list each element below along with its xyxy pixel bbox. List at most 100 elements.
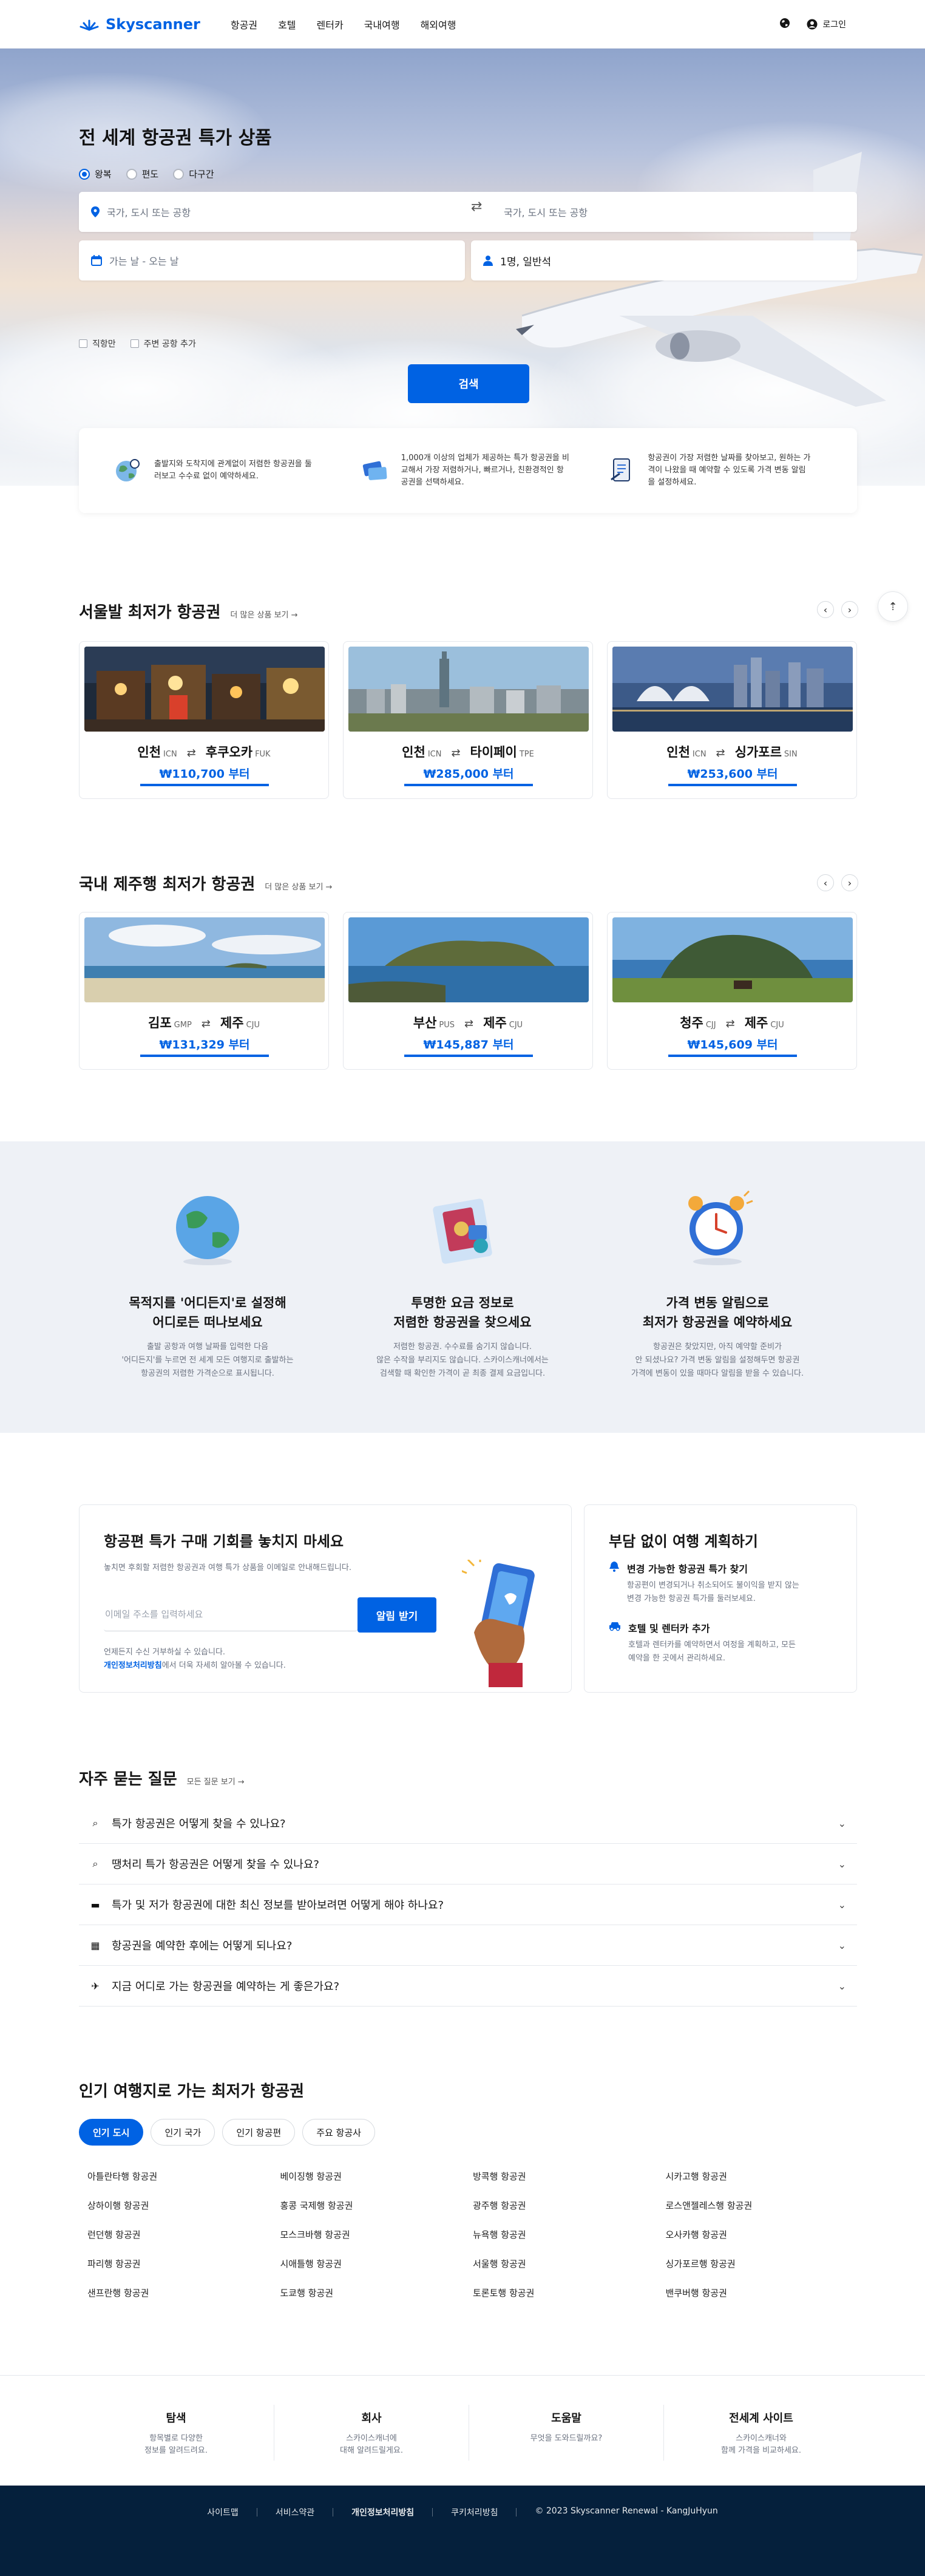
chevron-right-icon[interactable]: › (841, 874, 858, 891)
nav-hotels[interactable]: 호텔 (278, 17, 296, 32)
destination-link[interactable]: 광주행 항공권 (473, 2190, 666, 2220)
tab-popular-cities[interactable]: 인기 도시 (79, 2119, 144, 2146)
nav-overseas-travel[interactable]: 해외여행 (421, 17, 456, 32)
trip-type-round[interactable]: 왕복 (79, 168, 112, 180)
email-input[interactable]: 이메일 주소를 입력하세요 (104, 1597, 357, 1631)
trip-type-label: 편도 (141, 169, 159, 180)
newsletter-note: 언제든지 수신 거부하실 수 있습니다. 개인정보처리방침에서 더욱 자세히 알… (104, 1646, 286, 1673)
footer-column[interactable]: 회사 스카이스캐너에 대해 알려드릴게요. (274, 2410, 469, 2457)
hero-search-section: 전 세계 항공권 특가 상품 왕복 편도 다구간 국가, 도시 또는 공항 ⇄ … (0, 49, 925, 486)
deal-card[interactable]: 인천 ICN ⇄ 타이페이 TPE ₩285,000 부터 (343, 641, 593, 799)
swap-route-icon[interactable]: ⇄ (471, 199, 482, 214)
destination-link[interactable]: 샌프란행 항공권 (87, 2278, 280, 2307)
footer-link-terms[interactable]: 서비스약관 (276, 2506, 314, 2518)
all-questions-link[interactable]: 모든 질문 보기 → (187, 1775, 245, 1787)
route-label: 청주 CJJ ⇄ 제주 CJU (608, 1013, 856, 1031)
faq-question: 지금 어디로 가는 항공권을 예약하는 게 좋은가요? (112, 1980, 340, 1993)
plan-item[interactable]: 변경 가능한 항공권 특가 찾기 항공편이 변경되거나 취소되어도 불이익을 받… (609, 1561, 799, 1606)
more-deals-link[interactable]: 더 많은 상품 보기 → (265, 880, 332, 892)
destination-link[interactable]: 상하이행 항공권 (87, 2190, 280, 2220)
trip-type-oneway[interactable]: 편도 (126, 168, 159, 180)
more-deals-link[interactable]: 더 많은 상품 보기 → (230, 608, 297, 620)
destination-link[interactable]: 방콕행 항공권 (473, 2161, 666, 2190)
tab-major-airlines[interactable]: 주요 항공사 (302, 2119, 375, 2146)
footer-link-cookies[interactable]: 쿠키처리방침 (451, 2506, 498, 2518)
alarm-clock-icon (688, 1190, 753, 1265)
destination-link[interactable]: 모스크바행 항공권 (280, 2220, 473, 2249)
checkbox-label: 주변 공항 추가 (143, 339, 196, 349)
chevron-right-icon[interactable]: › (841, 601, 858, 618)
travelers-input[interactable]: 1명, 일반석 (471, 240, 857, 280)
deal-card[interactable]: 부산 PUS ⇄ 제주 CJU ₩145,887 부터 (343, 912, 593, 1070)
scroll-to-top-button[interactable]: ⇡ (878, 591, 908, 622)
destination-link[interactable]: 아틀란타행 항공권 (87, 2161, 280, 2190)
deal-card[interactable]: 인천 ICN ⇄ 싱가포르 SIN ₩253,600 부터 (607, 641, 857, 799)
route-label: 인천 ICN ⇄ 싱가포르 SIN (608, 743, 856, 761)
privacy-policy-link[interactable]: 개인정보처리방침 (104, 1661, 162, 1670)
faq-title: 자주 묻는 질문 (79, 1770, 177, 1789)
destination-input[interactable]: 국가, 도시 또는 공항 (492, 192, 856, 232)
footer-link-privacy[interactable]: 개인정보처리방침 (351, 2506, 414, 2518)
destination-link[interactable]: 싱가포르행 항공권 (666, 2249, 859, 2278)
origin-code: ICN (427, 750, 442, 759)
search-button[interactable]: 검색 (408, 364, 529, 403)
footer-link-sitemap[interactable]: 사이트맵 (207, 2506, 239, 2518)
faq-item[interactable]: ▬ 특가 및 저가 항공권에 대한 최신 정보를 받아보려면 어떻게 해야 하나요… (79, 1884, 857, 1925)
footer-column[interactable]: 탐색 항목별로 다양한 정보를 알려드려요. (79, 2410, 273, 2457)
destination-link[interactable]: 시카고행 항공권 (666, 2161, 859, 2190)
nearby-airports-checkbox[interactable]: 주변 공항 추가 (130, 338, 196, 350)
bell-icon (609, 1562, 619, 1572)
footer-column-desc: 항목별로 다양한 정보를 알려드려요. (79, 2433, 273, 2457)
destination-link[interactable]: 시애틀행 항공권 (280, 2249, 473, 2278)
destination-link[interactable]: 토론토행 항공권 (473, 2278, 666, 2307)
destination-link[interactable]: 서울행 항공권 (473, 2249, 666, 2278)
nav-car-rental[interactable]: 렌터카 (317, 17, 344, 32)
carousel-controls: ‹ › (817, 601, 858, 618)
tickets-icon (362, 461, 387, 480)
destination-code: CJU (770, 1021, 784, 1030)
destination-link[interactable]: 도쿄행 항공권 (280, 2278, 473, 2307)
info-desc-line: 안 되셨나요? 가격 변동 알림을 설정해두면 항공권 (635, 1356, 800, 1365)
nav-flights[interactable]: 항공권 (231, 17, 257, 32)
destination-link[interactable]: 뉴욕행 항공권 (473, 2220, 666, 2249)
destination-link[interactable]: 오사카행 항공권 (666, 2220, 859, 2249)
destination-link[interactable]: 홍콩 국제행 항공권 (280, 2190, 473, 2220)
info-desc-line: 가격에 변동이 있을 때마다 알림을 받을 수 있습니다. (631, 1369, 804, 1378)
chevron-left-icon[interactable]: ‹ (817, 601, 834, 618)
deal-card[interactable]: 인천 ICN ⇄ 후쿠오카 FUK ₩110,700 부터 (79, 641, 329, 799)
destination-link[interactable]: 파리행 항공권 (87, 2249, 280, 2278)
deal-card[interactable]: 김포 GMP ⇄ 제주 CJU ₩131,329 부터 (79, 912, 329, 1070)
note-line: 에서 더욱 자세히 알아볼 수 있습니다. (161, 1661, 286, 1670)
chevron-left-icon[interactable]: ‹ (817, 874, 834, 891)
popular-header: 인기 여행지로 가는 최저가 항공권 (79, 2079, 304, 2101)
faq-item[interactable]: ⌕ 땡처리 특가 항공권은 어떻게 찾을 수 있나요? ⌄ (79, 1844, 857, 1884)
destination-link[interactable]: 런던행 항공권 (87, 2220, 280, 2249)
deal-card[interactable]: 청주 CJJ ⇄ 제주 CJU ₩145,609 부터 (607, 912, 857, 1070)
destination-link[interactable]: 로스앤젤레스행 항공권 (666, 2190, 859, 2220)
dates-input[interactable]: 가는 날 - 오는 날 (79, 240, 465, 280)
trip-type-multicity[interactable]: 다구간 (173, 168, 214, 180)
subscribe-button[interactable]: 알림 받기 (357, 1597, 436, 1633)
plan-item[interactable]: 호텔 및 렌터카 추가 호텔과 렌터카를 예약하면서 여정을 계획하고, 모든 예… (609, 1620, 796, 1665)
direct-only-checkbox[interactable]: 직항만 (79, 338, 116, 350)
faq-item[interactable]: ⌕ 특가 항공권은 어떻게 찾을 수 있나요? ⌄ (79, 1803, 857, 1844)
login-button[interactable]: 로그인 (807, 18, 846, 30)
faq-item[interactable]: ✈ 지금 어디로 가는 항공권을 예약하는 게 좋은가요? ⌄ (79, 1966, 857, 2007)
footer-desc-line: 스카이스캐너에 (346, 2434, 397, 2443)
destination-link[interactable]: 밴쿠버행 항공권 (666, 2278, 859, 2307)
tab-popular-countries[interactable]: 인기 국가 (151, 2119, 215, 2146)
nav-domestic-travel[interactable]: 국내여행 (364, 17, 400, 32)
radio-icon (126, 168, 137, 180)
info-desc-line: 출발 공항과 여행 날짜를 입력한 다음 (146, 1342, 269, 1351)
skyscanner-logo[interactable]: Skyscanner (79, 16, 200, 33)
tab-popular-flights[interactable]: 인기 항공편 (222, 2119, 296, 2146)
footer-column[interactable]: 전세계 사이트 스카이스캐너와 함께 가격을 비교하세요. (664, 2410, 858, 2457)
origin-input[interactable]: 국가, 도시 또는 공항 (79, 192, 461, 232)
globe-icon[interactable] (779, 17, 791, 32)
destination-link[interactable]: 베이징행 항공권 (280, 2161, 473, 2190)
feature-item: 1,000개 이상의 업체가 제공하는 특가 항공권을 비교해서 가장 저렴하거… (360, 452, 577, 489)
jeju-coast-photo (84, 917, 325, 1002)
footer-column[interactable]: 도움말 무엇을 도와드릴까요? (469, 2410, 663, 2445)
faq-item[interactable]: ▦ 항공권을 예약한 후에는 어떻게 되나요? ⌄ (79, 1925, 857, 1966)
car-icon (609, 1622, 620, 1631)
